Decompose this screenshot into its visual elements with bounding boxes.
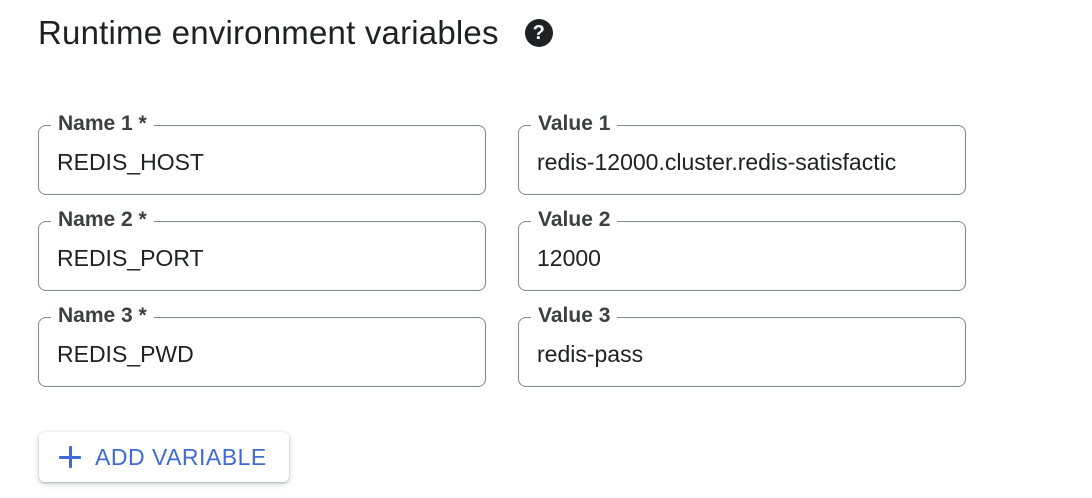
name-field-label: Name 2 * xyxy=(51,207,154,233)
value-input-1[interactable] xyxy=(537,146,949,178)
name-field-3[interactable]: Name 3 * xyxy=(38,303,486,387)
name-field-label: Name 3 * xyxy=(51,303,154,329)
value-field-label: Value 3 xyxy=(531,303,618,329)
value-field-2[interactable]: Value 2 xyxy=(518,207,966,291)
name-input-3[interactable] xyxy=(57,338,469,370)
value-input-3[interactable] xyxy=(537,338,949,370)
name-input-1[interactable] xyxy=(57,146,469,178)
add-variable-button[interactable]: ADD VARIABLE xyxy=(39,432,289,482)
value-field-label: Value 2 xyxy=(531,207,618,233)
name-field-1[interactable]: Name 1 * xyxy=(38,111,486,195)
value-field-3[interactable]: Value 3 xyxy=(518,303,966,387)
section-header: Runtime environment variables ? xyxy=(38,12,553,54)
name-field-label: Name 1 * xyxy=(51,111,154,137)
value-input-2[interactable] xyxy=(537,242,949,274)
add-variable-label: ADD VARIABLE xyxy=(95,443,267,470)
help-icon[interactable]: ? xyxy=(524,19,553,47)
page-title: Runtime environment variables xyxy=(38,14,499,51)
name-field-2[interactable]: Name 2 * xyxy=(38,207,486,291)
plus-icon xyxy=(59,446,81,468)
value-field-label: Value 1 xyxy=(531,111,618,137)
value-field-1[interactable]: Value 1 xyxy=(518,111,966,195)
name-input-2[interactable] xyxy=(57,242,469,274)
